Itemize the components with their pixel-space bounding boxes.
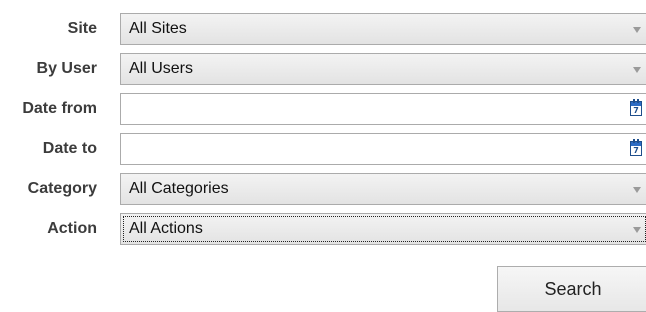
date-to-label: Date to [42,140,97,157]
by-user-select-value: All Users [129,60,194,77]
category-select[interactable]: All Categories [120,173,646,205]
calendar-ring [637,99,639,103]
chevron-down-icon [633,227,641,233]
calendar-ring [633,99,635,103]
audit-search-form: Site All Sites By User All Users Date fr… [0,0,646,312]
calendar-ring [633,139,635,143]
category-label: Category [27,180,97,197]
calendar-ring [637,139,639,143]
chevron-down-icon [633,27,641,33]
action-select[interactable]: All Actions [120,213,646,245]
category-select-value: All Categories [129,180,229,197]
chevron-down-icon [633,67,641,73]
calendar-icon[interactable]: 7 [630,99,642,116]
by-user-label: By User [36,60,97,77]
date-from-label: Date from [22,100,97,117]
site-label: Site [67,20,97,37]
date-to-field[interactable]: 7 [120,133,646,165]
site-select-value: All Sites [129,20,187,37]
by-user-select[interactable]: All Users [120,53,646,85]
calendar-icon[interactable]: 7 [630,139,642,156]
site-row: Site All Sites [0,13,646,45]
date-from-row: Date from 7 [0,93,646,125]
action-select-value: All Actions [129,220,203,237]
action-label: Action [47,220,97,237]
site-select[interactable]: All Sites [120,13,646,45]
search-button[interactable]: Search [497,266,646,312]
category-row: Category All Categories [0,173,646,205]
calendar-day-number: 7 [633,146,639,155]
by-user-row: By User All Users [0,53,646,85]
date-from-field[interactable]: 7 [120,93,646,125]
chevron-down-icon [633,187,641,193]
calendar-day-number: 7 [633,106,639,115]
date-to-row: Date to 7 [0,133,646,165]
action-row: Action All Actions [0,213,646,245]
